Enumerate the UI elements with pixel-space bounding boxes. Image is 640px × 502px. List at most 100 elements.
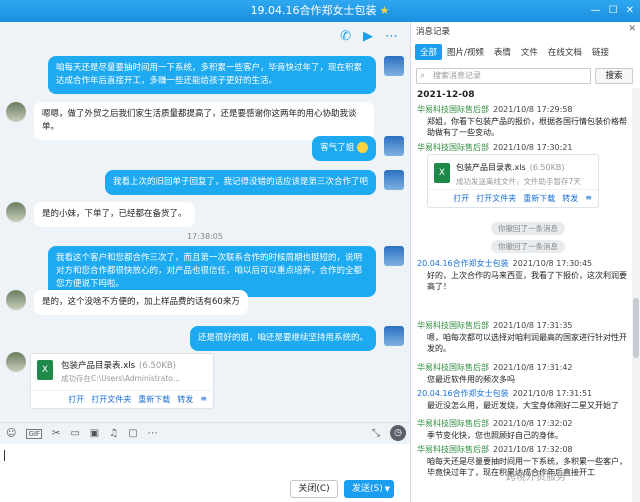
screen-icon[interactable]: ▢ [128, 428, 137, 439]
message-bubble[interactable]: 嗯嗯，做了外贸之后我们家生活质量都提高了，还是要感谢你这两年的用心协助我谈单。 [34, 102, 374, 140]
file-menu-icon[interactable]: ≡ [585, 193, 592, 204]
sender-name: 华易科技国际售后部 [417, 105, 489, 114]
my-avatar[interactable] [384, 56, 404, 76]
message-row: 我看上次的旧回单子回复了，我记得没错的话应该是第三次合作了吧 [100, 170, 404, 195]
more-icon[interactable]: ⋯ [148, 428, 158, 439]
entry-time: 2021/10/8 17:31:35 [493, 321, 573, 330]
clock-icon[interactable]: ◷ [390, 425, 406, 441]
file-open-link[interactable]: 打开 [453, 193, 469, 204]
message-bubble[interactable]: 我看上次的旧回单子回复了，我记得没错的话应该是第三次合作了吧 [104, 170, 376, 195]
video-call-icon[interactable]: ▶ [363, 29, 373, 44]
file-redownload-link[interactable]: 重新下载 [138, 394, 170, 405]
message-list: 咱每天还是尽量要抽时间用一下系统，多积累一些客户，毕竟快过年了，现在积累达成合作… [0, 50, 410, 422]
message-bubble[interactable]: 咱每天还是尽量要抽时间用一下系统，多积累一些客户，毕竟快过年了，现在积累达成合作… [48, 56, 376, 94]
message-row: 是的，这个没啥不方便的，加上样品费的话有60来万 [6, 290, 248, 315]
file-status: 成功存在C:\Users\Administrato... [61, 374, 180, 383]
message-bubble[interactable]: 还是很好的姐，咱还是要继续坚持用系统的。 [189, 326, 376, 351]
message-bubble[interactable]: 是的，这个没啥不方便的，加上样品费的话有60来万 [34, 290, 248, 315]
tab-emoji[interactable]: 表情 [489, 44, 516, 60]
entry-time: 2021/10/8 17:32:08 [493, 445, 573, 454]
entry-time: 2021/10/8 17:31:51 [512, 389, 593, 398]
chat-header-actions: ✆ ▶ ⋯ [0, 22, 410, 50]
entry-text: 最近没怎么用，最近发烧，大宝身体刚好二星又开始了 [427, 400, 619, 410]
history-list: 2021-12-08 华易科技国际售后部 2021/10/8 17:29:58 郑… [411, 88, 633, 502]
folder-icon[interactable]: ▭ [70, 428, 79, 439]
excel-file-icon: X [434, 163, 450, 183]
tab-media[interactable]: 图片/视频 [442, 44, 489, 60]
history-date: 2021-12-08 [417, 90, 475, 100]
window-title: 19.04.16合作郑女士包装 [250, 4, 377, 17]
gif-icon[interactable]: GIF [26, 428, 42, 439]
excel-file-icon: X [37, 360, 53, 380]
tab-docs[interactable]: 在线文档 [543, 44, 587, 60]
file-actions: 打开 打开文件夹 重新下载 转发 ≡ [31, 390, 213, 405]
file-name: 包装产品目录表.xls [456, 163, 526, 172]
message-row: 咱每天还是尽量要抽时间用一下系统，多积累一些客户，毕竟快过年了，现在积累达成合作… [24, 56, 404, 94]
history-entry: 华易科技国际售后部 2021/10/8 17:31:35 嗯，咱每次都可以选择对咱… [417, 320, 627, 355]
file-menu-icon[interactable]: ≡ [200, 394, 207, 405]
scissors-icon[interactable]: ✂ [52, 428, 60, 439]
more-menu-icon[interactable]: ⋯ [385, 29, 398, 44]
file-size: (6.50KB) [529, 163, 565, 172]
history-entry: 华易科技国际售后部 2021/10/8 17:30:21 [417, 142, 627, 154]
star-icon[interactable]: ★ [380, 4, 390, 17]
file-open-folder-link[interactable]: 打开文件夹 [91, 394, 131, 405]
tab-links[interactable]: 链接 [587, 44, 614, 60]
sender-name: 华易科技国际售后部 [417, 321, 489, 330]
history-search-input[interactable]: ⌕ 搜索消息记录 [416, 68, 591, 84]
close-button[interactable]: 关闭(C) [290, 480, 338, 498]
close-icon[interactable]: ✕ [628, 24, 636, 34]
music-icon[interactable]: ♫ [109, 428, 118, 439]
file-card[interactable]: X 包装产品目录表.xls (6.50KB) 成功存在C:\Users\Admin… [30, 353, 214, 409]
message-bubble[interactable]: 是的小妹，下单了，已经都在备货了。 [34, 202, 195, 227]
file-redownload-link[interactable]: 重新下载 [523, 193, 555, 204]
expand-icon[interactable]: ⤡ [372, 428, 380, 439]
history-file-card[interactable]: X 包装产品目录表.xls (6.50KB) 成功发送离线文件，文件助手暂存7天 … [427, 154, 599, 208]
my-avatar[interactable] [384, 326, 404, 346]
window-title-bar: 19.04.16合作郑女士包装 ★ — ☐ ✕ [0, 0, 640, 22]
sender-name: 20.04.16合作郑女士包装 [417, 259, 509, 268]
message-bubble[interactable]: 客气了姐 [312, 136, 376, 161]
entry-text: 郑姐，你看下包装产品的报价，根据各国行情包装价格帮助做有了一些变动。 [427, 116, 627, 138]
search-button[interactable]: 搜索 [595, 68, 633, 84]
tab-files[interactable]: 文件 [516, 44, 543, 60]
my-avatar[interactable] [384, 136, 404, 156]
my-avatar[interactable] [384, 246, 404, 266]
file-open-link[interactable]: 打开 [68, 394, 84, 405]
file-actions: 打开 打开文件夹 重新下载 转发 ≡ [428, 189, 598, 204]
history-title: 消息记录 [416, 27, 451, 37]
voice-call-icon[interactable]: ✆ [340, 29, 351, 44]
minimize-icon[interactable]: — [591, 0, 601, 22]
contact-avatar[interactable] [6, 290, 26, 310]
history-scrollbar[interactable] [632, 88, 640, 502]
send-button[interactable]: 发送(S) ▼ [344, 480, 394, 498]
maximize-icon[interactable]: ☐ [609, 0, 618, 22]
contact-avatar[interactable] [6, 352, 26, 372]
entry-text: 好的，上次合作的马来西亚，我看了下报价，这次利润要高了！ [427, 270, 627, 292]
message-row: 嗯嗯，做了外贸之后我们家生活质量都提高了，还是要感谢你这两年的用心协助我谈单。 [6, 102, 374, 140]
tab-all[interactable]: 全部 [415, 44, 443, 60]
contact-avatar[interactable] [6, 102, 26, 122]
sender-name: 20.04.16合作郑女士包装 [417, 389, 509, 398]
chevron-down-icon[interactable]: ▼ [385, 480, 390, 498]
message-row: 还是很好的姐，咱还是要继续坚持用系统的。 [180, 326, 404, 351]
scrollbar-thumb[interactable] [633, 298, 639, 358]
entry-time: 2021/10/8 17:30:21 [493, 143, 573, 152]
close-window-icon[interactable]: ✕ [626, 0, 634, 22]
my-avatar[interactable] [384, 170, 404, 190]
message-row: 是的小妹，下单了，已经都在备货了。 [6, 202, 195, 227]
sender-name: 华易科技国际售后部 [417, 445, 489, 454]
file-forward-link[interactable]: 转发 [177, 394, 193, 405]
image-icon[interactable]: ▣ [90, 428, 99, 439]
window-controls: — ☐ ✕ [591, 0, 634, 22]
history-entry: 华易科技国际售后部 2021/10/8 17:32:02 季节变化快，您也照顾好自… [417, 418, 627, 441]
input-toolbar: ☺ GIF ✂ ▭ ▣ ♫ ▢ ⋯ ⤡ ◷ [0, 422, 410, 444]
contact-avatar[interactable] [6, 202, 26, 222]
history-panel: 消息记录 ✕ 全部 图片/视频 表情 文件 在线文档 链接 ⌕ 搜索消息记录 搜索… [410, 22, 640, 502]
history-entry: 华易科技国际售后部 2021/10/8 17:29:58 郑姐，你看下包装产品的报… [417, 104, 627, 139]
text-caret [4, 450, 5, 461]
history-entry: 20.04.16合作郑女士包装 2021/10/8 17:30:45 好的，上次合… [417, 258, 627, 293]
file-forward-link[interactable]: 转发 [562, 193, 578, 204]
file-open-folder-link[interactable]: 打开文件夹 [476, 193, 516, 204]
emoji-icon[interactable]: ☺ [6, 428, 16, 439]
